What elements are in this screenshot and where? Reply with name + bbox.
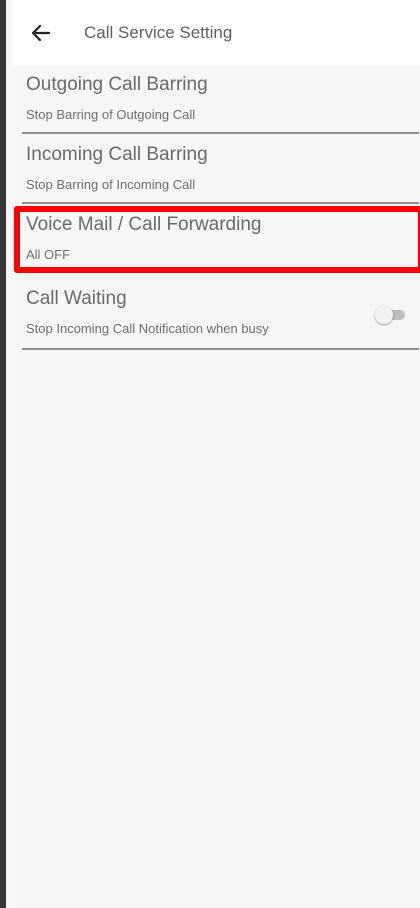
- item-title: Call Waiting: [26, 288, 127, 309]
- item-subtitle: All OFF: [26, 247, 71, 262]
- top-app-bar: Call Service Setting: [12, 0, 420, 67]
- item-title: Voice Mail / Call Forwarding: [26, 214, 262, 235]
- item-subtitle: Stop Barring of Incoming Call: [26, 177, 196, 192]
- item-subtitle: Stop Barring of Outgoing Call: [26, 107, 196, 122]
- app-frame: Call Service Setting Outgoing Call Barri…: [0, 0, 420, 908]
- voice-mail-call-forwarding-item[interactable]: Voice Mail / Call Forwarding All OFF: [22, 206, 419, 274]
- back-button[interactable]: [26, 18, 56, 48]
- call-waiting-item[interactable]: Call Waiting Stop Incoming Call Notifica…: [22, 280, 419, 350]
- item-title: Outgoing Call Barring: [26, 74, 208, 95]
- outgoing-call-barring-item[interactable]: Outgoing Call Barring Stop Barring of Ou…: [22, 66, 419, 134]
- item-subtitle: Stop Incoming Call Notification when bus…: [26, 321, 269, 336]
- arrow-left-icon: [31, 24, 51, 42]
- toggle-thumb: [375, 306, 393, 324]
- item-title: Incoming Call Barring: [26, 144, 208, 165]
- incoming-call-barring-item[interactable]: Incoming Call Barring Stop Barring of In…: [22, 136, 419, 204]
- settings-list: Outgoing Call Barring Stop Barring of Ou…: [12, 66, 420, 908]
- call-waiting-toggle[interactable]: [375, 306, 407, 324]
- page-title: Call Service Setting: [84, 23, 233, 42]
